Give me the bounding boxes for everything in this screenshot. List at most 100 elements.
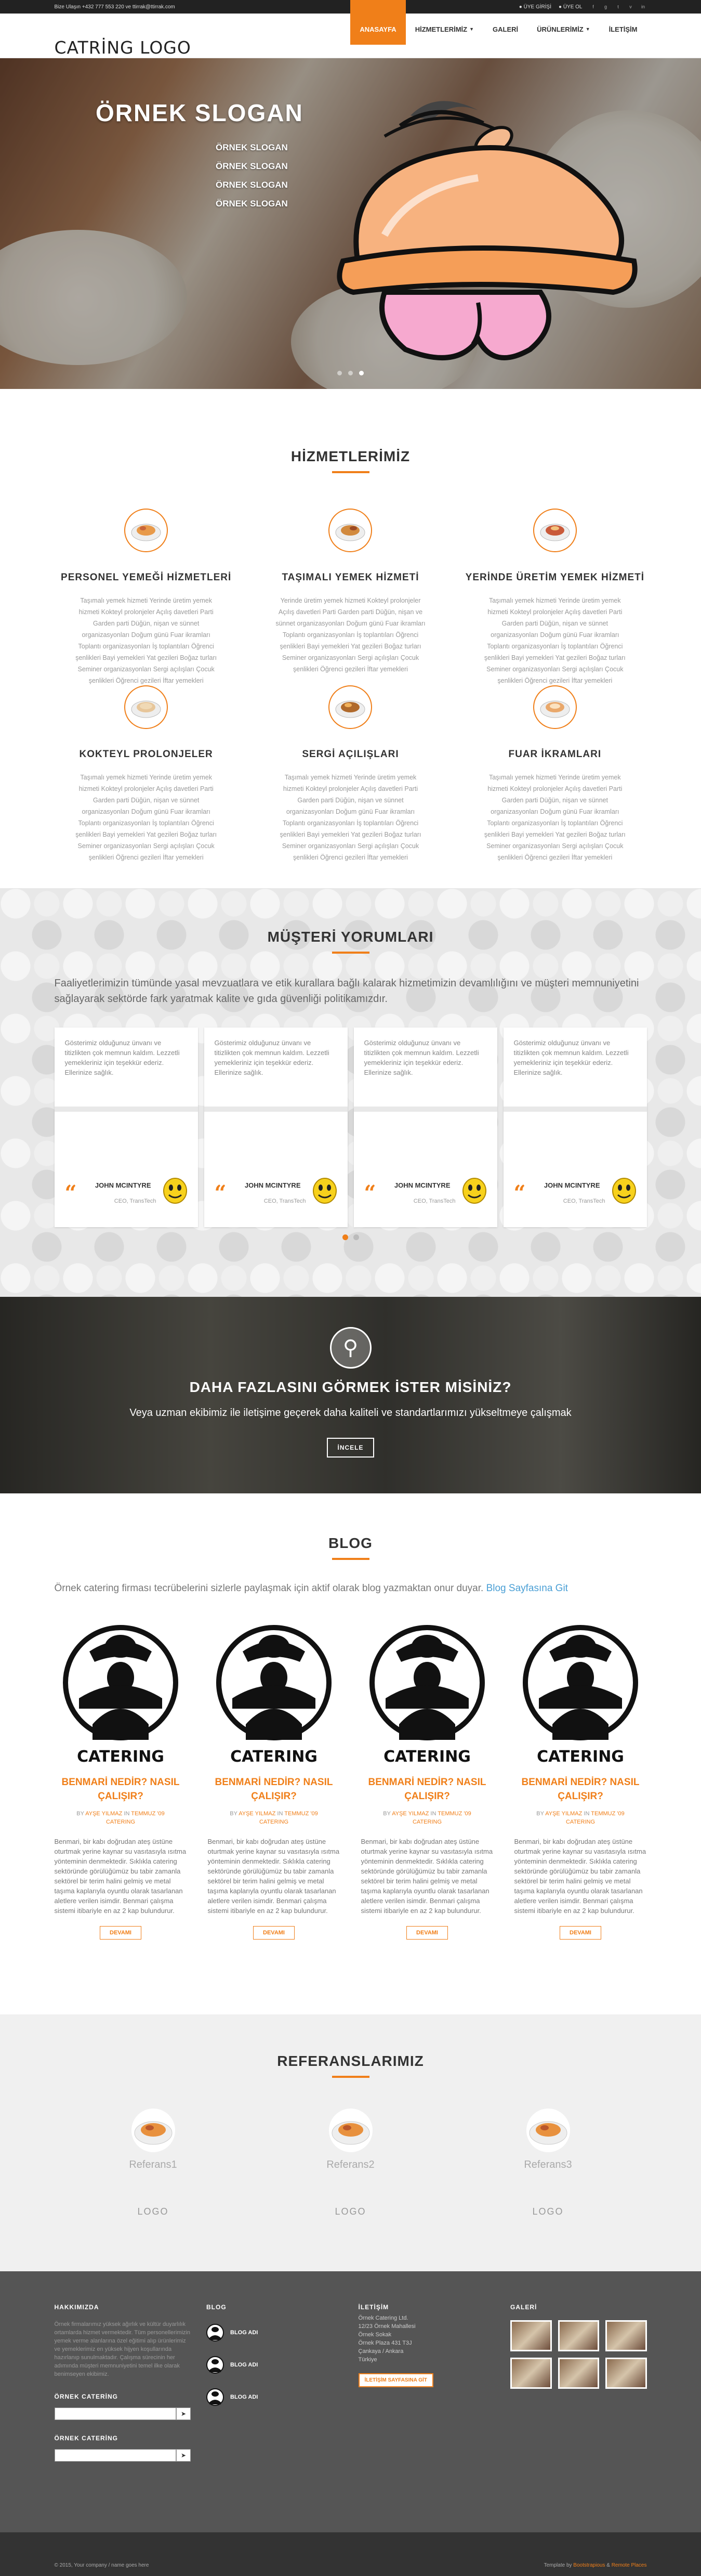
slider-dot[interactable] bbox=[337, 371, 342, 375]
catering-caption: CATERING bbox=[77, 1748, 164, 1766]
contact-page-button[interactable]: İLETİŞİM SAYFASINA GİT bbox=[358, 2373, 433, 2387]
reference-item[interactable]: Referans1 LOGO bbox=[55, 2108, 252, 2217]
footer-about-text: Örnek firmalarımız yüksek ağırlık ve kül… bbox=[54, 2321, 190, 2377]
blog-intro: Örnek catering firması tecrübelerini siz… bbox=[54, 1583, 568, 1594]
blog-post-excerpt: Benmari, bir kabı doğrudan ateş üstüne o… bbox=[54, 1838, 187, 1915]
service-card: KOKTEYL PROLONJELER Taşımalı yemek hizme… bbox=[55, 685, 238, 861]
testimonial-card: Gösterimiz olduğunuz ünvanı ve titizlikt… bbox=[353, 1027, 497, 1227]
more-title: DAHA FAZLASINI GÖRMEK İSTER MİSİNİZ? bbox=[189, 1379, 512, 1395]
gallery-thumb[interactable] bbox=[605, 2320, 647, 2351]
testimonial-text: Gösterimiz olduğunuz ünvanı ve titizlikt… bbox=[513, 1039, 629, 1076]
blog-post-title[interactable]: BENMARİ NEDİR? NASIL ÇALIŞIR? bbox=[361, 1775, 494, 1803]
catering-caption: CATERING bbox=[537, 1748, 624, 1766]
footer: HAKKIMIZDA Örnek firmalarımız yüksek ağı… bbox=[0, 2271, 701, 2532]
testimonial-author: JOHN MCINTYRE bbox=[95, 1181, 151, 1189]
carousel-dot-active[interactable] bbox=[342, 1234, 348, 1240]
gallery-thumb[interactable] bbox=[510, 2358, 552, 2389]
chef-logo-image[interactable]: CATERING bbox=[208, 1620, 340, 1768]
gallery-thumb[interactable] bbox=[558, 2320, 599, 2351]
services-title: HİZMETLERİMİZ bbox=[290, 448, 411, 464]
blog-section: BLOG Örnek catering firması tecrübelerin… bbox=[0, 1493, 701, 2014]
carousel-dot[interactable] bbox=[353, 1234, 359, 1240]
service-text: Taşımalı yemek hizmeti Yerinde üretim ye… bbox=[484, 774, 626, 861]
blog-post-meta: BY AYŞE YILMAZ IN TEMMUZ '09 CATERING bbox=[230, 1811, 318, 1825]
blog-post-meta: BY AYŞE YILMAZ IN TEMMUZ '09 CATERING bbox=[383, 1811, 471, 1825]
more-button[interactable]: İNCELE bbox=[327, 1438, 374, 1458]
nav-anasayfa[interactable]: ANASAYFA bbox=[350, 0, 406, 45]
references-section: REFERANSLARIMIZ Referans1 LOGO Referans2… bbox=[0, 2014, 701, 2271]
credit-link[interactable]: Remote Places bbox=[612, 2562, 647, 2568]
service-text: Taşımalı yemek hizmeti Yerinde üretim ye… bbox=[484, 597, 626, 684]
blog-post-excerpt: Benmari, bir kabı doğrudan ateş üstüne o… bbox=[207, 1838, 340, 1915]
blog-post-title[interactable]: BENMARİ NEDİR? NASIL ÇALIŞIR? bbox=[55, 1775, 187, 1803]
slider-dot[interactable] bbox=[348, 371, 353, 375]
slider-dot-active[interactable] bbox=[359, 371, 364, 375]
blog-post-meta: BY AYŞE YILMAZ IN TEMMUZ '09 CATERING bbox=[536, 1811, 625, 1825]
footer-blog-item[interactable]: BLOG ADI bbox=[206, 2387, 343, 2408]
testimonial-text: Gösterimiz olduğunuz ünvanı ve titizlikt… bbox=[364, 1039, 479, 1076]
footer-blog-item[interactable]: BLOG ADI bbox=[206, 2322, 343, 2343]
footer-form-title: ÖRNEK CATERİNG bbox=[54, 2435, 118, 2442]
contact-text: Bize Ulaşın +432 777 553 220 ve ttirrak@… bbox=[54, 4, 175, 10]
testimonial-card: Gösterimiz olduğunuz ünvanı ve titizlikt… bbox=[204, 1027, 348, 1227]
blog-post-title[interactable]: BENMARİ NEDİR? NASIL ÇALIŞIR? bbox=[514, 1775, 647, 1803]
read-more-button[interactable]: DEVAMI bbox=[406, 1926, 448, 1940]
reference-image bbox=[328, 2109, 373, 2152]
testimonial-role: CEO, TransTech bbox=[263, 1198, 306, 1204]
reference-item[interactable]: Referans3 LOGO bbox=[449, 2108, 647, 2217]
testimonial-role: CEO, TransTech bbox=[563, 1198, 605, 1204]
service-title: KOKTEYL PROLONJELER bbox=[79, 749, 213, 760]
reference-logo: LOGO bbox=[532, 2206, 564, 2217]
food-plate-icon bbox=[124, 509, 168, 552]
read-more-button[interactable]: DEVAMI bbox=[560, 1926, 601, 1940]
send-icon[interactable]: ➤ bbox=[176, 2449, 191, 2462]
service-title: SERGİ AÇILIŞLARI bbox=[302, 749, 399, 760]
references-title: REFERANSLARIMIZ bbox=[277, 2053, 424, 2069]
quote-icon: “ bbox=[513, 1181, 526, 1205]
service-card: TAŞIMALI YEMEK HİZMETİ Yerinde üretim ye… bbox=[259, 509, 442, 673]
hero-slider[interactable]: ÖRNEK SLOGAN ÖRNEK SLOGAN ÖRNEK SLOGAN Ö… bbox=[0, 58, 701, 389]
food-plate-icon bbox=[533, 509, 577, 552]
chef-logo-image[interactable]: CATERING bbox=[361, 1620, 494, 1768]
footer-blog-item[interactable]: BLOG ADI bbox=[206, 2354, 343, 2375]
food-plate-icon bbox=[328, 509, 373, 552]
gallery-thumb[interactable] bbox=[558, 2358, 599, 2389]
main-nav: ANASAYFA HİZMETLERİMİZ ▼ GALERİ ÜRÜNLERİM… bbox=[350, 0, 646, 45]
reference-item[interactable]: Referans2 LOGO bbox=[252, 2108, 449, 2217]
footer-about: HAKKIMIZDA Örnek firmalarımız yüksek ağı… bbox=[54, 2304, 191, 2462]
blog-post-title[interactable]: BENMARİ NEDİR? NASIL ÇALIŞIR? bbox=[208, 1775, 340, 1803]
chef-icon bbox=[206, 2388, 224, 2406]
testimonials-title: MÜŞTERİ YORUMLARI bbox=[267, 929, 434, 945]
footer-gallery-title: GALERİ bbox=[510, 2304, 537, 2311]
nav-urunlerimiz[interactable]: ÜRÜNLERİMİZ ▼ bbox=[527, 14, 599, 45]
service-text: Yerinde üretim yemek hizmeti Kokteyl pro… bbox=[275, 597, 426, 673]
reference-logo: LOGO bbox=[335, 2206, 366, 2217]
smiley-avatar-icon bbox=[612, 1178, 636, 1204]
hero-sub-slogans: ÖRNEK SLOGAN ÖRNEK SLOGAN ÖRNEK SLOGAN Ö… bbox=[216, 142, 288, 209]
caret-down-icon: ▼ bbox=[585, 27, 590, 32]
footer-input[interactable] bbox=[54, 2449, 176, 2462]
service-text: Taşımalı yemek hizmeti Yerinde üretim ye… bbox=[280, 774, 421, 861]
nav-hizmetlerimiz[interactable]: HİZMETLERİMİZ ▼ bbox=[406, 14, 483, 45]
read-more-button[interactable]: DEVAMI bbox=[100, 1926, 141, 1940]
service-title: PERSONEL YEMEĞİ HİZMETLERİ bbox=[61, 572, 232, 583]
footer-input[interactable] bbox=[54, 2408, 176, 2420]
footer-gallery: GALERİ bbox=[510, 2304, 647, 2462]
site-logo[interactable]: CATRİNG LOGO bbox=[55, 37, 191, 58]
read-more-button[interactable]: DEVAMI bbox=[253, 1926, 295, 1940]
chef-logo-image[interactable]: CATERING bbox=[514, 1620, 647, 1768]
gallery-thumb[interactable] bbox=[605, 2358, 647, 2389]
copyright-bar: © 2015, Your company / name goes here Te… bbox=[0, 2532, 701, 2576]
testimonial-author: JOHN MCINTYRE bbox=[394, 1181, 451, 1189]
gallery-thumb[interactable] bbox=[510, 2320, 552, 2351]
footer-contact: İLETİŞİM Örnek Catering Ltd. 12/23 Örnek… bbox=[358, 2304, 495, 2462]
chef-logo-image[interactable]: CATERING bbox=[55, 1620, 187, 1768]
service-card: FUAR İKRAMLARI Taşımalı yemek hizmeti Ye… bbox=[463, 685, 646, 861]
credit-link[interactable]: Bootstrapious bbox=[573, 2562, 605, 2568]
smiley-avatar-icon bbox=[163, 1178, 187, 1204]
send-icon[interactable]: ➤ bbox=[176, 2408, 191, 2420]
nav-iletisim[interactable]: İLETİŞİM bbox=[600, 14, 647, 45]
blog-page-link[interactable]: Blog Sayfasına Git bbox=[486, 1583, 568, 1594]
nav-galeri[interactable]: GALERİ bbox=[483, 14, 527, 45]
chef-icon bbox=[206, 2356, 224, 2374]
